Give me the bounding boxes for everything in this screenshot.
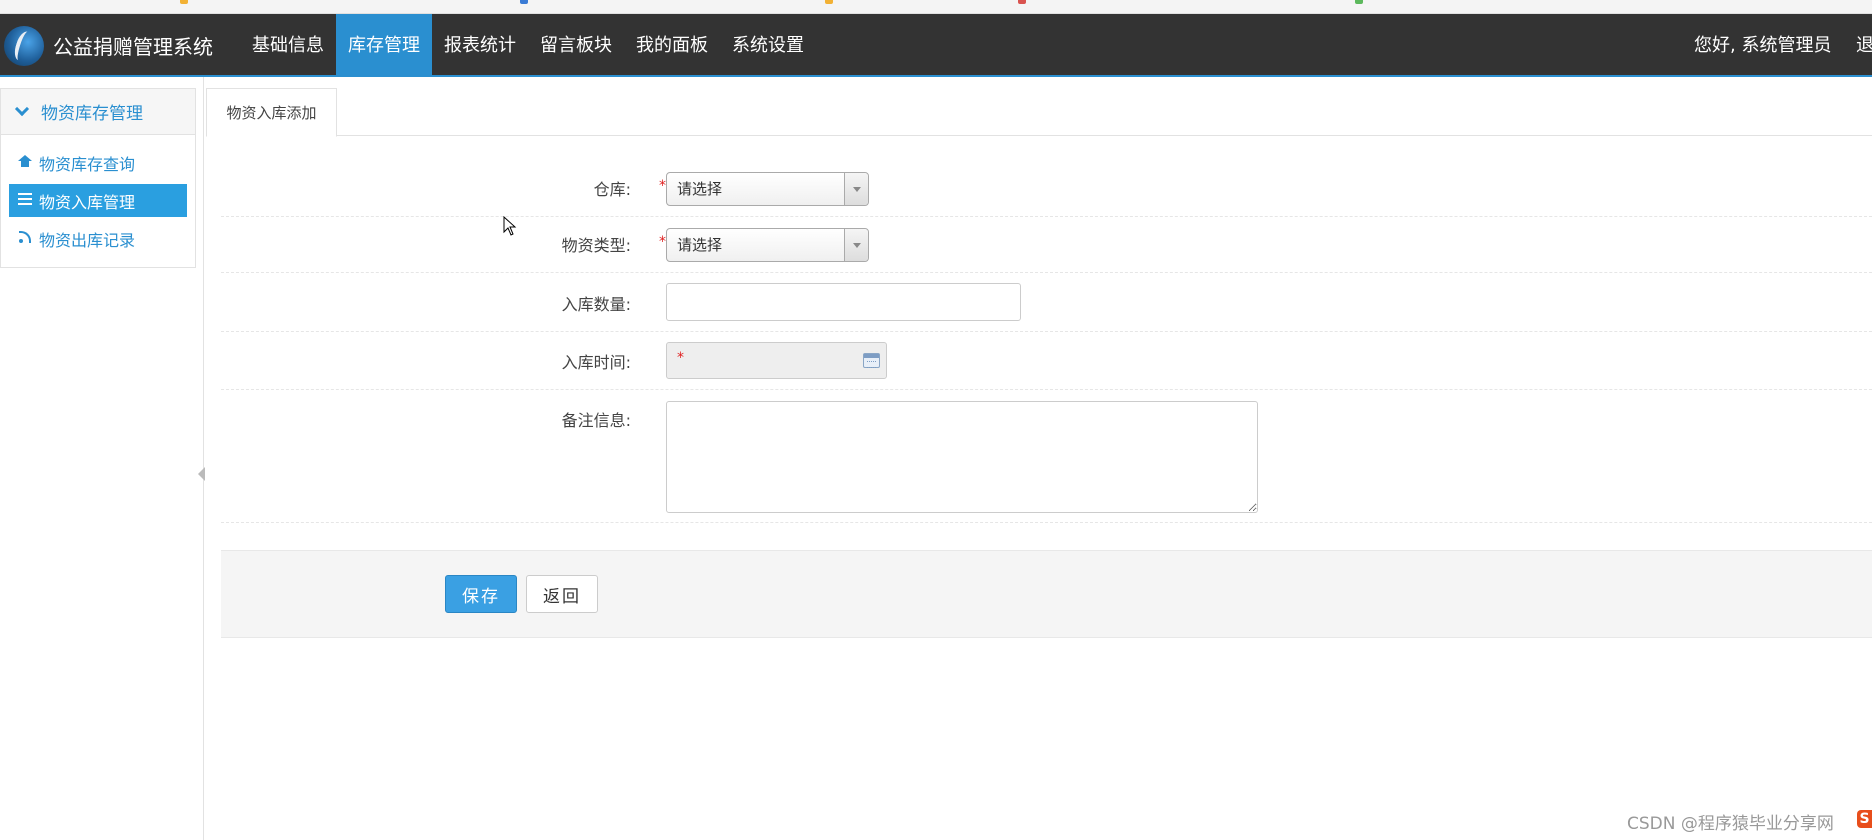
home-icon xyxy=(18,154,32,167)
time-label: 入库时间: xyxy=(561,353,631,372)
layout-splitter[interactable] xyxy=(203,77,204,840)
chevron-down-icon xyxy=(14,101,30,116)
sidebar-item-inventory-query[interactable]: 物资库存查询 xyxy=(9,146,187,179)
list-icon xyxy=(18,192,32,205)
back-button[interactable]: 返回 xyxy=(526,575,598,613)
form-row-warehouse: 仓库: 请选择 * xyxy=(221,136,1872,217)
tab-bar: 物资入库添加 xyxy=(206,88,1872,137)
logout-link[interactable]: 退 xyxy=(1856,14,1872,77)
main-nav: 基础信息 库存管理 报表统计 留言板块 我的面板 系统设置 xyxy=(240,14,816,77)
app-logo-icon xyxy=(4,26,44,66)
dropdown-arrow-icon xyxy=(844,173,868,205)
sidebar-item-label: 物资库存查询 xyxy=(39,154,136,174)
sidebar-section-title: 物资库存管理 xyxy=(41,104,143,124)
remark-label: 备注信息: xyxy=(561,411,631,430)
form-row-quantity: 入库数量: xyxy=(221,273,1872,332)
sidebar: 物资库存管理 物资库存查询 物资入库管理 物资出库记录 xyxy=(0,88,196,268)
remark-textarea[interactable] xyxy=(666,401,1258,513)
calendar-icon[interactable] xyxy=(863,353,880,368)
required-marker: * xyxy=(659,178,666,194)
form-actions: 保存 返回 xyxy=(221,550,1872,638)
warehouse-label: 仓库: xyxy=(593,180,631,199)
form-row-material-type: 物资类型: 请选择 * xyxy=(221,217,1872,273)
quantity-label: 入库数量: xyxy=(561,295,631,314)
user-greeting: 您好, 系统管理员 xyxy=(1694,35,1832,56)
top-header: 公益捐赠管理系统 基础信息 库存管理 报表统计 留言板块 我的面板 系统设置 您… xyxy=(0,14,1872,77)
sidebar-item-label: 物资出库记录 xyxy=(39,230,136,250)
sidebar-item-inbound-management[interactable]: 物资入库管理 xyxy=(9,184,187,217)
form-row-time: 入库时间: * xyxy=(221,332,1872,390)
sidebar-item-outbound-records[interactable]: 物资出库记录 xyxy=(9,222,187,255)
nav-my-panel[interactable]: 我的面板 xyxy=(624,14,720,77)
browser-top-strip xyxy=(0,0,1872,14)
nav-inventory[interactable]: 库存管理 xyxy=(336,14,432,77)
nav-messages[interactable]: 留言板块 xyxy=(528,14,624,77)
csdn-logo-icon: S xyxy=(1857,810,1872,828)
quantity-input[interactable] xyxy=(666,283,1021,321)
sidebar-item-label: 物资入库管理 xyxy=(39,192,136,212)
warehouse-select-value: 请选择 xyxy=(677,180,723,198)
csdn-watermark: CSDN @程序猿毕业分享网 xyxy=(1627,814,1834,834)
required-marker: * xyxy=(677,350,684,366)
warehouse-select[interactable]: 请选择 xyxy=(666,172,869,206)
tab-inbound-add[interactable]: 物资入库添加 xyxy=(206,88,337,137)
nav-reports[interactable]: 报表统计 xyxy=(432,14,528,77)
material-type-label: 物资类型: xyxy=(561,236,631,255)
time-date-input[interactable] xyxy=(666,342,887,379)
material-type-select[interactable]: 请选择 xyxy=(666,228,869,262)
required-marker: * xyxy=(659,234,666,250)
nav-settings[interactable]: 系统设置 xyxy=(720,14,816,77)
form-row-remark: 备注信息: xyxy=(221,390,1872,523)
dropdown-arrow-icon xyxy=(844,229,868,261)
rss-icon xyxy=(19,230,31,243)
save-button[interactable]: 保存 xyxy=(445,575,517,613)
material-type-select-value: 请选择 xyxy=(677,236,723,254)
collapse-sidebar-icon[interactable] xyxy=(198,467,205,481)
app-title: 公益捐赠管理系统 xyxy=(53,35,213,59)
sidebar-section-header[interactable]: 物资库存管理 xyxy=(1,89,195,135)
nav-basic-info[interactable]: 基础信息 xyxy=(240,14,336,77)
